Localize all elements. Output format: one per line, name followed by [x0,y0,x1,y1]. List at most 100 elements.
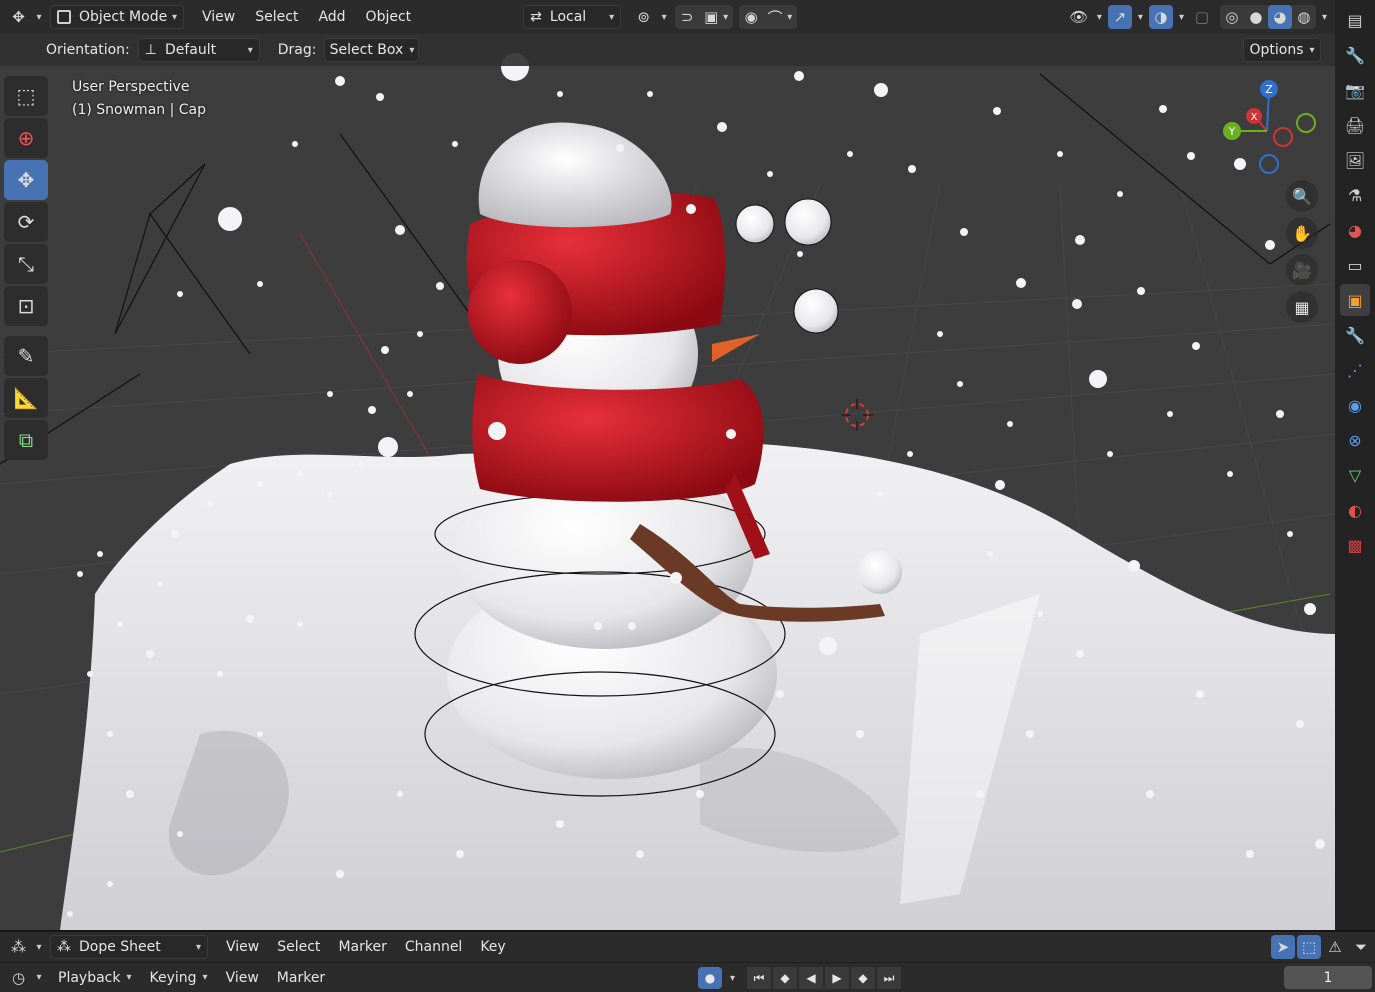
visibility-icon[interactable]: 👁 [1067,5,1091,29]
jump-end-button[interactable]: ⏭ [877,967,902,989]
move-gizmo-icon: ✥ [12,8,25,26]
current-frame-field[interactable]: 1 [1284,966,1372,989]
menu-select[interactable]: Select [247,5,306,29]
object-info-label: (1) Snowman | Cap [72,102,207,118]
menu-add[interactable]: Add [310,5,353,29]
timeline-menu-keying[interactable]: Keying ▾ [142,966,216,990]
red-scarf [472,374,764,502]
3d-viewport[interactable] [0,34,1335,930]
warning-icon[interactable]: ⚠ [1323,935,1347,959]
orientation-dropdown[interactable]: ⊥ Default ▾ [137,38,260,62]
gizmo-neg-y[interactable] [1296,113,1316,133]
dopesheet-menu-channel[interactable]: Channel [397,935,470,959]
add-cube-tool[interactable]: ⧉ [4,420,48,460]
snap-group: ⊃ ▣ ▾ [675,5,734,29]
timeline-editor-type-button[interactable]: ◷ ▾ [4,966,44,990]
proportional-editing-icon[interactable]: ◉ [739,5,763,29]
tab-scene[interactable]: ⚗ [1340,179,1370,211]
cursor-tool[interactable]: ⊕ [4,118,48,158]
tab-collection[interactable]: ▭ [1340,249,1370,281]
tab-world[interactable]: ◕ [1340,214,1370,246]
tab-output[interactable]: 🖨 [1340,109,1370,141]
show-hidden-icon[interactable]: ⬚ [1297,935,1321,959]
dopesheet-menu-key[interactable]: Key [472,935,513,959]
solid-shading-icon[interactable]: ● [1244,5,1268,29]
dopesheet-menu-marker[interactable]: Marker [330,935,394,959]
dopesheet-editor-type-button[interactable]: ⁂ ▾ [4,935,44,959]
overlay-icon[interactable]: ◑ [1148,5,1173,29]
chevron-down-icon: ▾ [1137,11,1143,23]
snap-target-icon[interactable]: ▣ [699,5,723,29]
chevron-down-icon: ▾ [1309,44,1315,56]
tab-render[interactable]: 📷 [1340,74,1370,106]
options-dropdown[interactable]: Options ▾ [1243,38,1321,62]
viewport-header: ✥ ▾ Object Mode ▾ View Select Add Object … [0,0,1335,34]
ortho-toggle-button[interactable]: ▦ [1286,291,1318,323]
rotate-tool[interactable]: ⟳ [4,202,48,242]
dopesheet-menu-view[interactable]: View [218,935,267,959]
transform-tool[interactable]: ⊡ [4,286,48,326]
filter-icon[interactable]: ⏷ [1349,935,1373,959]
timeline-menu-playback[interactable]: Playback ▾ [50,966,140,990]
only-selected-icon[interactable]: ➤ [1271,935,1295,959]
timeline-menu-view[interactable]: View [218,966,267,990]
pan-button[interactable]: ✋ [1286,217,1318,249]
editor-type-button[interactable]: ✥ ▾ [4,5,44,29]
scale-tool[interactable]: ⤡ [4,244,48,284]
transform-orientation-dropdown[interactable]: ⇄ Local ▾ [523,5,622,29]
gizmo-icon[interactable]: ↗ [1107,5,1132,29]
tab-material[interactable]: ◐ [1340,494,1370,526]
playback-controls: ● ▾ ⏮ ◆ ◀ ▶ ◆ ⏭ [698,967,902,989]
proportional-group: ◉ ⌒ ▾ [739,5,798,29]
tab-modifier[interactable]: 🔧 [1340,319,1370,351]
record-button[interactable]: ● [698,967,722,989]
camera-view-button[interactable]: 🎥 [1286,254,1318,286]
annotate-tool[interactable]: ✎ [4,336,48,376]
gizmo-neg-z[interactable] [1259,154,1279,174]
falloff-icon[interactable]: ⌒ [763,5,787,29]
xray-icon[interactable]: ▢ [1190,5,1214,29]
navigation-gizmo[interactable]: Z X Y [1212,76,1322,186]
measure-tool[interactable]: 📐 [4,378,48,418]
tab-texture[interactable]: ▩ [1340,529,1370,561]
editor-type-properties[interactable]: ▤ [1340,4,1370,36]
pivot-point-button[interactable]: ⊚ ▾ [631,5,667,29]
tab-particles[interactable]: ⋰ [1340,354,1370,386]
zoom-button[interactable]: 🔍 [1286,180,1318,212]
menu-view[interactable]: View [194,5,243,29]
gizmo-neg-x[interactable] [1273,127,1293,147]
menu-object[interactable]: Object [358,5,420,29]
jump-start-button[interactable]: ⏮ [747,967,772,989]
rendered-shading-icon[interactable]: ◍ [1292,5,1316,29]
measure-icon: 📐 [13,386,39,410]
snap-icon[interactable]: ⊃ [675,5,699,29]
timeline-menu-marker[interactable]: Marker [269,966,333,990]
wireframe-shading-icon[interactable]: ◎ [1220,5,1244,29]
transform-space-label: Local [549,9,587,25]
orientation-value: Default [164,42,217,58]
play-button[interactable]: ▶ [825,967,850,989]
current-frame-value: 1 [1323,969,1333,986]
next-keyframe-button[interactable]: ◆ [851,967,876,989]
prev-keyframe-button[interactable]: ◆ [773,967,798,989]
play-reverse-icon: ◀ [806,971,816,985]
move-tool[interactable]: ✥ [4,160,48,200]
tab-constraints[interactable]: ⊗ [1340,424,1370,456]
hand-pan-icon: ✋ [1292,223,1312,243]
material-shading-icon[interactable]: ◕ [1267,5,1292,29]
tab-view-layer[interactable]: 🖼 [1340,144,1370,176]
tab-object[interactable]: ▣ [1340,284,1370,316]
dopesheet-mode-label: Dope Sheet [79,939,161,955]
dopesheet-mode-dropdown[interactable]: ⁂ Dope Sheet ▾ [50,935,208,959]
output-icon: 🖨 [1344,115,1366,135]
object-icon: ▣ [1347,290,1363,310]
tab-tool[interactable]: 🔧 [1340,39,1370,71]
select-box-tool[interactable]: ⬚ [4,76,48,116]
drag-dropdown[interactable]: Select Box ▾ [324,38,420,62]
mode-dropdown[interactable]: Object Mode ▾ [50,5,184,29]
tab-data[interactable]: ▽ [1340,459,1370,491]
dopesheet-menu-select[interactable]: Select [269,935,328,959]
play-reverse-button[interactable]: ◀ [799,967,824,989]
tab-physics[interactable]: ◉ [1340,389,1370,421]
gizmo-y-label: Y [1228,125,1236,138]
